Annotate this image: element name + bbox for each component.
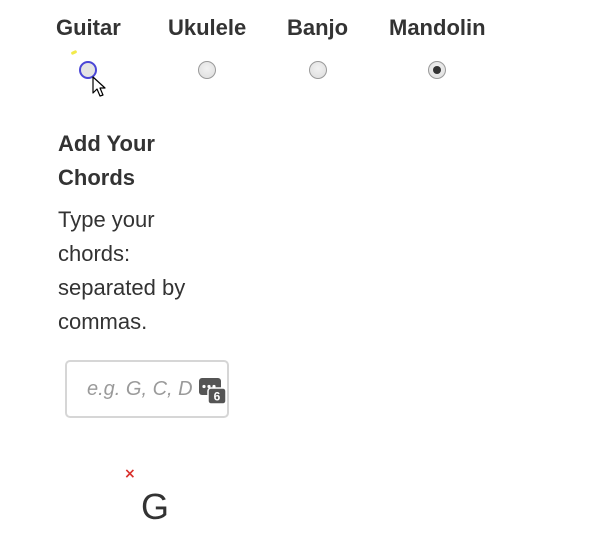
- instrument-option-mandolin: Mandolin: [389, 14, 486, 79]
- mute-string-marker: ×: [124, 466, 136, 482]
- mouse-pointer-icon: [92, 76, 106, 97]
- chords-heading: Add Your Chords: [58, 131, 155, 190]
- password-manager-badge: 6: [214, 390, 221, 404]
- instrument-label-ukulele: Ukulele: [168, 15, 247, 40]
- chords-instructions: Type your chords: separated by commas.: [58, 207, 186, 334]
- instrument-option-banjo: Banjo: [287, 14, 348, 79]
- radio-ukulele[interactable]: [198, 61, 217, 79]
- radio-banjo[interactable]: [308, 61, 327, 79]
- instrument-label-banjo: Banjo: [287, 15, 349, 40]
- chord-tool-page: Guitar Ukulele Banjo Mandolin Add Your C…: [0, 0, 600, 548]
- instrument-option-ukulele: Ukulele: [168, 14, 246, 79]
- instrument-label-guitar: Guitar: [56, 15, 121, 40]
- chord-input[interactable]: [67, 362, 193, 416]
- password-manager-icon[interactable]: 6: [198, 375, 228, 405]
- instrument-option-guitar: Guitar: [56, 14, 121, 79]
- radio-mandolin[interactable]: [428, 61, 447, 79]
- chord-name-label: G: [141, 486, 170, 527]
- chord-input-box: 6: [65, 360, 229, 418]
- instrument-label-mandolin: Mandolin: [389, 15, 486, 40]
